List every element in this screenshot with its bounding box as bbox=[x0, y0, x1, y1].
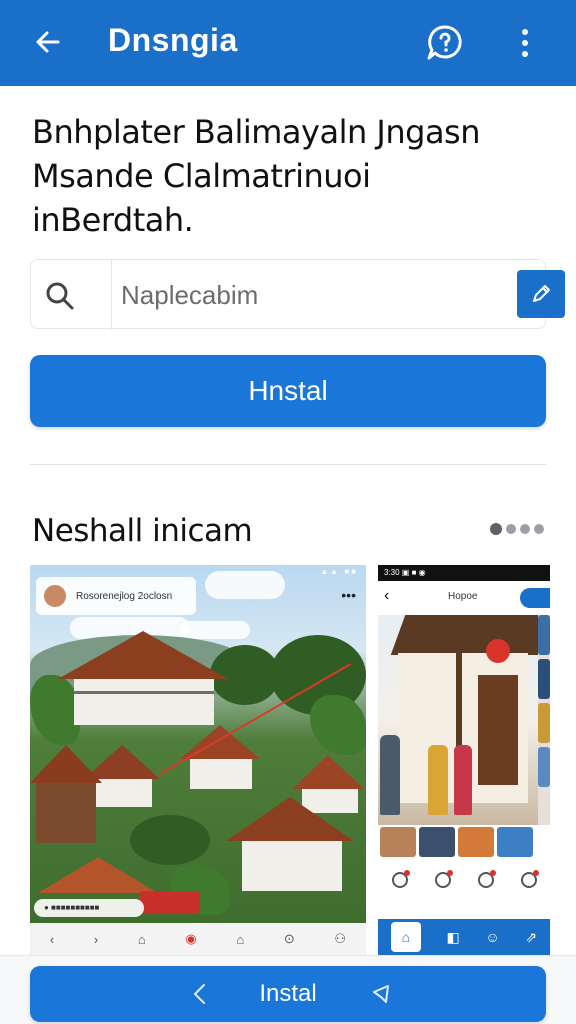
face-icon[interactable]: ☺ bbox=[485, 929, 499, 945]
screenshot-bottom-nav: ⌂ ◧ ☺ ⇗ bbox=[378, 919, 550, 955]
pager-dot-active[interactable] bbox=[490, 523, 502, 535]
door bbox=[478, 675, 518, 785]
roof bbox=[390, 615, 538, 655]
thumbnail[interactable] bbox=[458, 827, 494, 857]
page-heading: Bnhplater Balimayaln Jngasn Msande Clalm… bbox=[32, 110, 552, 242]
back-icon[interactable]: ‹ bbox=[384, 587, 389, 605]
roof bbox=[292, 755, 364, 789]
thumbnail[interactable] bbox=[419, 827, 455, 857]
forward-nav-icon[interactable]: › bbox=[94, 932, 98, 947]
thumbnail[interactable] bbox=[380, 827, 416, 857]
clock-nav-icon[interactable]: ⊙ bbox=[284, 931, 295, 947]
pager-dots[interactable] bbox=[490, 523, 544, 535]
more-horizontal-icon[interactable]: ••• bbox=[341, 587, 356, 603]
car bbox=[140, 891, 200, 913]
house-wall bbox=[94, 779, 152, 807]
pager-dot[interactable] bbox=[520, 524, 530, 534]
divider bbox=[30, 464, 546, 465]
search-divider bbox=[111, 260, 112, 330]
person bbox=[454, 745, 472, 815]
search-icon[interactable] bbox=[39, 274, 81, 316]
thumbnail[interactable] bbox=[497, 827, 533, 857]
house-wall bbox=[242, 841, 342, 891]
heading-line-1: Bnhplater Balimayaln Jngasn bbox=[32, 113, 481, 151]
roof bbox=[58, 631, 228, 679]
house-wall bbox=[74, 679, 214, 725]
avatar bbox=[42, 583, 68, 609]
roof bbox=[30, 745, 102, 783]
install-button[interactable]: Hnstal bbox=[30, 355, 546, 427]
screenshot-bottom-nav: ‹ › ⌂ ◉ ⌂ ⊙ ⚇ bbox=[30, 923, 366, 955]
share-icon[interactable]: ⇗ bbox=[525, 929, 537, 946]
person bbox=[428, 745, 448, 815]
thumbnail-row bbox=[378, 827, 550, 861]
bottom-chip: ● ■■■■■■■■■■ bbox=[34, 899, 144, 917]
profile-nav-icon[interactable]: ⚇ bbox=[334, 931, 346, 947]
preview-screenshot-1[interactable]: Rosorenejlog 2oclosn ▲▲ ■■ ••• ● ■■■■■■■… bbox=[30, 565, 366, 955]
record-nav-icon[interactable]: ◉ bbox=[185, 931, 196, 947]
home-nav-icon[interactable]: ⌂ bbox=[138, 932, 146, 947]
screenshot-title: Hopoe bbox=[448, 591, 478, 602]
roof bbox=[226, 797, 354, 841]
cloud bbox=[205, 571, 285, 599]
heading-line-2: Msande Clalmatrinuoi bbox=[32, 157, 371, 195]
side-thumb bbox=[538, 659, 550, 699]
reaction-icons bbox=[378, 865, 550, 895]
roof bbox=[38, 857, 158, 893]
profile-chip[interactable]: Rosorenejlog 2oclosn bbox=[36, 577, 196, 615]
house-wall bbox=[36, 783, 96, 843]
lantern bbox=[486, 639, 510, 663]
profile-chip-label: Rosorenejlog 2oclosn bbox=[76, 590, 173, 602]
back-nav-icon[interactable]: ‹ bbox=[50, 932, 54, 947]
app-bar: Dnsngia bbox=[0, 0, 576, 86]
reaction-icon[interactable] bbox=[434, 870, 453, 888]
home-icon[interactable]: ⌂ bbox=[390, 922, 421, 952]
tree bbox=[130, 815, 210, 865]
share-icon[interactable] bbox=[370, 982, 394, 1006]
more-vertical-icon[interactable] bbox=[510, 22, 540, 64]
arrow-left-icon[interactable] bbox=[28, 22, 68, 62]
side-strip bbox=[538, 615, 550, 825]
pager-dot[interactable] bbox=[534, 524, 544, 534]
side-thumb bbox=[538, 615, 550, 655]
chevron-left-icon[interactable] bbox=[188, 980, 212, 1008]
bookmark-nav-icon[interactable]: ⌂ bbox=[236, 932, 244, 947]
house-wall bbox=[190, 759, 252, 789]
screenshot-top-nav: ‹ Hopoe bbox=[378, 581, 550, 615]
reaction-icon[interactable] bbox=[391, 870, 410, 888]
palm-tree bbox=[310, 695, 366, 755]
app-title: Dnsngia bbox=[108, 22, 238, 58]
heading-line-3: inBerdtah. bbox=[32, 201, 194, 239]
side-thumb bbox=[538, 703, 550, 743]
bottom-install-label: Instal bbox=[259, 980, 317, 1007]
reaction-icon[interactable] bbox=[520, 870, 539, 888]
search-input[interactable] bbox=[121, 274, 501, 316]
section-title: Neshall inicam bbox=[32, 513, 253, 549]
help-chat-icon[interactable] bbox=[424, 22, 466, 64]
search-box bbox=[30, 259, 565, 330]
side-thumb bbox=[538, 747, 550, 787]
reaction-icon[interactable] bbox=[477, 870, 496, 888]
bookmark-icon[interactable]: ◧ bbox=[447, 929, 460, 946]
preview-screenshot-2[interactable]: 3:30 ▣ ■ ◉ ‹ Hopoe ⌂ ◧ ☺ ⇗ bbox=[378, 565, 550, 955]
person bbox=[380, 735, 400, 815]
pen-icon[interactable] bbox=[517, 270, 565, 318]
window-row bbox=[74, 691, 214, 694]
status-bar: 3:30 ▣ ■ ◉ bbox=[378, 565, 550, 581]
house-scene bbox=[378, 615, 538, 825]
bottom-install-button[interactable]: Instal bbox=[30, 966, 546, 1022]
action-pill[interactable] bbox=[520, 588, 550, 608]
pager-dot[interactable] bbox=[506, 524, 516, 534]
status-bar: ▲▲ ■■ bbox=[320, 567, 358, 576]
